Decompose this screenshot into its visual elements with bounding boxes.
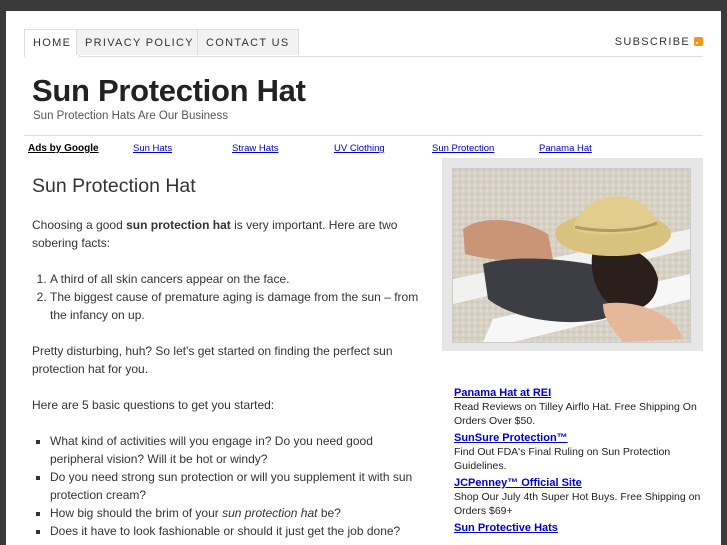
sidebar-ad-title[interactable]: JCPenney™ Official Site: [454, 476, 704, 490]
list-item: Does it have to look fashionable or shou…: [50, 522, 427, 540]
list-item: What kind of activities will you engage …: [50, 432, 427, 468]
ads-link-bar: Ads by Google Sun Hats Straw Hats UV Clo…: [28, 143, 628, 157]
sidebar-ad-body: Shop Our July 4th Super Hot Buys. Free S…: [454, 491, 701, 517]
sidebar-ad-title[interactable]: Panama Hat at REI: [454, 386, 704, 400]
sidebar-photo-frame: [442, 158, 703, 351]
ad-link-sun-hats[interactable]: Sun Hats: [133, 143, 172, 154]
sidebar-ad-body: Read Reviews on Tilley Airflo Hat. Free …: [454, 401, 697, 427]
beach-hat-photo: [452, 168, 691, 343]
questions-list: What kind of activities will you engage …: [32, 432, 427, 540]
facts-list: A third of all skin cancers appear on th…: [32, 270, 427, 324]
sidebar-ads: Panama Hat at REI Read Reviews on Tilley…: [454, 386, 704, 535]
tab-home[interactable]: HOME: [24, 29, 81, 57]
question-text-b: be?: [317, 506, 341, 520]
list-item: Do you need strong sun protection or wil…: [50, 468, 427, 504]
sidebar-ad-body: Find Out FDA's Final Ruling on Sun Prote…: [454, 446, 671, 472]
site-title[interactable]: Sun Protection Hat: [32, 73, 306, 109]
ad-link-uv-clothing[interactable]: UV Clothing: [334, 143, 385, 154]
tab-contact-us[interactable]: CONTACT US: [197, 29, 299, 55]
subscribe-link[interactable]: SUBSCRIBE: [615, 29, 703, 55]
ads-by-google-link[interactable]: Ads by Google: [28, 143, 99, 154]
post-title: Sun Protection Hat: [32, 175, 196, 197]
paragraph-3: Here are 5 basic questions to get you st…: [32, 398, 275, 412]
ad-link-panama-hat[interactable]: Panama Hat: [539, 143, 592, 154]
header-divider: [24, 135, 703, 136]
ad-link-straw-hats[interactable]: Straw Hats: [232, 143, 278, 154]
intro-paragraph: Choosing a good sun protection hat is ve…: [32, 216, 427, 252]
top-navigation: HOME PRIVACY POLICY CONTACT US SUBSCRIBE: [24, 29, 703, 57]
intro-text-a: Choosing a good: [32, 218, 127, 232]
list-item: The biggest cause of premature aging is …: [50, 288, 427, 324]
list-item: How big should the brim of your sun prot…: [50, 504, 427, 522]
rss-icon: [694, 37, 703, 46]
question-text-a: How big should the brim of your: [50, 506, 223, 520]
question-keyword: sun protection hat: [222, 506, 318, 520]
intro-keyword: sun protection hat: [126, 218, 231, 232]
site-tagline: Sun Protection Hats Are Our Business: [33, 110, 228, 122]
sidebar-ad-title[interactable]: SunSure Protection™: [454, 431, 704, 445]
tab-privacy-policy[interactable]: PRIVACY POLICY: [76, 29, 203, 55]
page: HOME PRIVACY POLICY CONTACT US SUBSCRIBE…: [6, 11, 721, 545]
main-content: Sun Protection Hat Choosing a good sun p…: [32, 174, 427, 545]
subscribe-label: SUBSCRIBE: [614, 36, 690, 48]
paragraph-2: Pretty disturbing, huh? So let's get sta…: [32, 344, 393, 376]
ad-link-sun-protection[interactable]: Sun Protection: [432, 143, 494, 154]
sidebar-ad-title[interactable]: Sun Protective Hats: [454, 521, 704, 535]
list-item: A third of all skin cancers appear on th…: [50, 270, 427, 288]
